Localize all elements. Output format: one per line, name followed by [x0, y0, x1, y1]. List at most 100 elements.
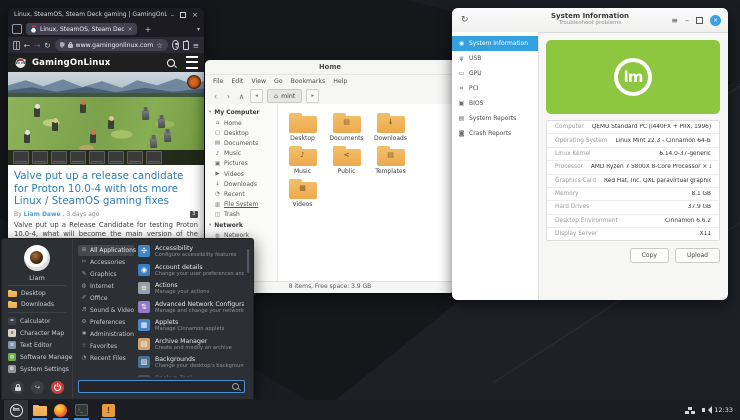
sidebar-item-usb[interactable]: ψUSB [452, 51, 538, 66]
category-recent-files[interactable]: ◔Recent Files [78, 353, 134, 364]
category-preferences[interactable]: ⚙Preferences [78, 317, 134, 328]
sidebar-item-bios[interactable]: ▣BIOS [452, 96, 538, 111]
lock-screen-button[interactable] [11, 381, 24, 394]
extensions-icon[interactable] [183, 41, 189, 50]
sidebar-item-music[interactable]: ♪Music [205, 149, 277, 159]
tab-close-icon[interactable]: × [128, 26, 133, 33]
category-administration[interactable]: ✱Administration [78, 329, 134, 340]
folder-videos[interactable]: ▦Videos [282, 179, 323, 208]
volume-icon[interactable] [702, 408, 705, 412]
upload-button[interactable]: Upload [675, 248, 720, 263]
sidebar-item-system-reports[interactable]: ▤System Reports [452, 111, 538, 126]
clock[interactable]: 12:33 [714, 406, 733, 414]
category-internet[interactable]: ◍Internet [78, 281, 134, 292]
sidebar-item-system-information[interactable]: ◉System Information [452, 36, 538, 51]
category-favorites[interactable]: ☆Favorites [78, 341, 134, 352]
app-account-details[interactable]: ◉Account detailsChange your user prefere… [138, 264, 244, 277]
file-manager-titlebar[interactable]: Home [205, 60, 455, 75]
sidebar-item-videos[interactable]: ▶Videos [205, 169, 277, 179]
user-avatar[interactable] [24, 245, 50, 271]
up-button[interactable]: ∧ [237, 92, 246, 101]
app-accessibility[interactable]: ✣AccessibilityConfigure accessibility fe… [138, 245, 244, 258]
tracking-shield-icon[interactable] [60, 42, 65, 48]
site-name[interactable]: GamingOnLinux [32, 58, 110, 68]
folder-downloads[interactable]: ↓Downloads [370, 113, 411, 142]
taskbar-terminal-app[interactable]: ›_ [72, 400, 91, 420]
logout-button[interactable]: ↪ [31, 381, 44, 394]
back-button[interactable]: ‹ [211, 92, 220, 101]
menu-help[interactable]: Help [333, 78, 347, 85]
app-archive-manager[interactable]: ▤Archive ManagerCreate and modify an arc… [138, 338, 244, 351]
sidebar-toggle-icon[interactable] [13, 41, 20, 50]
app-advanced-network-configuration[interactable]: ⇅Advanced Network ConfigurationManage an… [138, 301, 244, 314]
close-button[interactable]: × [192, 11, 198, 19]
sidebar-item-home[interactable]: ⌂Home [205, 118, 277, 128]
firefox-view-icon[interactable] [12, 24, 22, 34]
headerbar[interactable]: ↻ System Information Troubleshoot proble… [452, 8, 728, 33]
sidebar-item-crash-reports[interactable]: ◙Crash Reports [452, 126, 538, 141]
breadcrumb[interactable]: ⌂ mint [267, 89, 302, 103]
category-sound-video[interactable]: ♬Sound & Video [78, 305, 134, 316]
app-menu-icon[interactable]: ≡ [193, 41, 199, 50]
article-image[interactable] [8, 72, 204, 165]
favorite-software-manager[interactable]: ◍Software Manager [2, 351, 72, 363]
copy-button[interactable]: Copy [630, 248, 669, 263]
favorite-calculator[interactable]: =Calculator [2, 315, 72, 327]
place-desktop[interactable]: Desktop [2, 288, 72, 299]
menu-edit[interactable]: Edit [231, 78, 243, 85]
menu-file[interactable]: File [213, 78, 223, 85]
hamburger-menu-icon[interactable] [186, 56, 198, 69]
category-accessories[interactable]: ✂Accessories [78, 257, 134, 268]
taskbar-files-app[interactable] [30, 400, 49, 420]
sidebar-computer-header[interactable]: ▾ My Computer [205, 107, 277, 118]
back-button[interactable]: ← [24, 41, 30, 50]
place-downloads[interactable]: Downloads [2, 299, 72, 310]
maximize-button[interactable] [696, 17, 703, 24]
firefox-titlebar[interactable]: Linux, SteamOS, Steam Deck gaming | Gami… [8, 8, 204, 21]
bookmark-star-icon[interactable]: ☆ [156, 41, 163, 50]
menu-button[interactable]: lm [4, 400, 28, 420]
category-all-applications[interactable]: ⊞All Applications [78, 245, 134, 256]
search-input[interactable] [84, 382, 232, 391]
forward-button[interactable]: → [34, 41, 40, 50]
search-icon[interactable] [167, 59, 175, 67]
reload-button[interactable]: ↻ [44, 41, 50, 50]
app-actions[interactable]: ≡ActionsManage your actions [138, 282, 244, 295]
sidebar-item-documents[interactable]: ▤Documents [205, 138, 277, 148]
url-bar[interactable]: www.gamingonlinux.com ☆ [55, 39, 168, 51]
folder-music[interactable]: ♪Music [282, 146, 323, 175]
menu-bookmarks[interactable]: Bookmarks [291, 78, 326, 85]
list-tabs-icon[interactable]: ▾ [197, 26, 200, 33]
breadcrumb-next-button[interactable]: ▸ [306, 89, 319, 103]
network-icon[interactable] [688, 407, 692, 410]
active-tab[interactable]: Linux, SteamOS, Steam Dec × [26, 23, 137, 35]
menu-search-bar[interactable] [78, 380, 245, 393]
folder-desktop[interactable]: Desktop [282, 113, 323, 142]
menu-view[interactable]: View [251, 78, 266, 85]
favorite-text-editor[interactable]: ≡Text Editor [2, 339, 72, 351]
penguin-logo-icon[interactable] [14, 56, 27, 69]
sidebar-item-pci[interactable]: ⌗PCI [452, 81, 538, 96]
sidebar-item-pictures[interactable]: ▣Pictures [205, 159, 277, 169]
forward-button[interactable]: › [224, 92, 233, 101]
hamburger-menu-icon[interactable]: ≡ [671, 16, 678, 25]
article-headline[interactable]: Valve put up a release candidate for Pro… [14, 170, 198, 208]
close-button[interactable]: × [710, 15, 721, 26]
category-graphics[interactable]: ✎Graphics [78, 269, 134, 280]
minimize-button[interactable]: – [171, 11, 175, 19]
folder-templates[interactable]: ▤Templates [370, 146, 411, 175]
app-applets[interactable]: ▦AppletsManage Cinnamon applets [138, 319, 244, 332]
taskbar-sysinfo-app[interactable]: ! [99, 400, 118, 420]
app-backgrounds[interactable]: ▨BackgroundsChange your desktop's backgr… [138, 356, 244, 369]
shutdown-button[interactable] [51, 381, 64, 394]
sidebar-item-recent[interactable]: ◔Recent [205, 189, 277, 199]
favorite-character-map[interactable]: aCharacter Map [2, 327, 72, 339]
lock-icon[interactable] [68, 44, 73, 48]
sidebar-item-downloads[interactable]: ↓Downloads [205, 179, 277, 189]
taskbar-firefox-app[interactable] [51, 400, 70, 420]
breadcrumb-prev-button[interactable]: ◂ [250, 89, 263, 103]
app-backup-tool[interactable]: ↻Backup Tool [138, 375, 244, 378]
scrollbar[interactable] [247, 249, 249, 273]
comment-count-badge[interactable]: 3 [190, 211, 199, 218]
favorite-system-settings[interactable]: ⚙System Settings [2, 363, 72, 375]
